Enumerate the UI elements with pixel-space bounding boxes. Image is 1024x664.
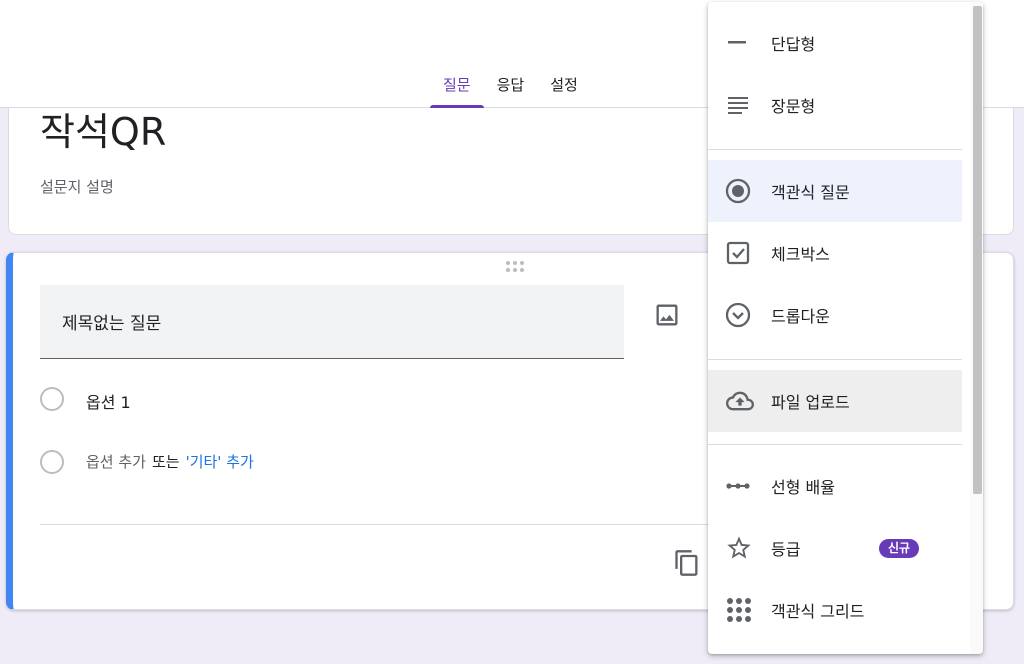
image-icon[interactable]	[653, 301, 681, 329]
menu-item-label: 드롭다운	[771, 307, 830, 326]
menu-item-label: 단답형	[771, 35, 816, 54]
menu-item-short-answer[interactable]: 단답형	[708, 12, 962, 74]
menu-item-grid[interactable]: 객관식 그리드	[708, 579, 962, 641]
question-footer-divider	[40, 524, 720, 525]
star-icon	[725, 534, 753, 562]
menu-divider	[708, 359, 962, 360]
cloud-upload-icon	[725, 387, 754, 415]
linear-scale-icon	[725, 472, 753, 500]
menu-item-paragraph[interactable]: 장문형	[708, 74, 962, 136]
menu-item-checkbox[interactable]: 체크박스	[708, 222, 962, 284]
new-badge: 신규	[879, 539, 920, 558]
menu-item-linear-scale[interactable]: 선형 배율	[708, 455, 962, 517]
menu-scrollbar-thumb[interactable]	[973, 6, 982, 494]
tab-responses[interactable]: 응답	[484, 62, 538, 108]
radio-button-icon	[725, 177, 753, 205]
menu-item-multiple-choice[interactable]: 객관식 질문	[708, 160, 962, 222]
add-option-row: 옵션 추가 또는 '기타' 추가	[86, 451, 254, 472]
form-description[interactable]: 설문지 설명	[40, 176, 114, 197]
menu-divider	[708, 149, 962, 150]
menu-divider	[708, 444, 962, 445]
menu-item-label: 선형 배율	[771, 478, 835, 497]
tab-questions[interactable]: 질문	[430, 62, 484, 108]
or-text: 또는	[151, 453, 180, 471]
menu-scrollbar[interactable]	[970, 2, 983, 654]
add-option-radio	[40, 450, 64, 474]
menu-item-label: 체크박스	[771, 245, 830, 264]
form-tabs: 질문 응답 설정	[430, 62, 591, 108]
add-other-link[interactable]: '기타' 추가	[186, 451, 254, 472]
menu-item-label: 장문형	[771, 97, 816, 116]
short-answer-icon	[725, 29, 753, 57]
option-label[interactable]: 옵션 1	[86, 389, 131, 413]
menu-item-file-upload[interactable]: 파일 업로드	[708, 370, 962, 432]
menu-item-label: 객관식 그리드	[771, 602, 865, 621]
checkbox-icon	[725, 239, 753, 267]
menu-item-label: 등급	[771, 540, 801, 559]
dropdown-icon	[725, 301, 753, 329]
menu-item-rating[interactable]: 등급 신규	[708, 517, 962, 579]
option-radio[interactable]	[40, 387, 64, 411]
form-title[interactable]: 작석QR	[40, 101, 166, 156]
duplicate-icon[interactable]	[673, 549, 701, 577]
add-option-link[interactable]: 옵션 추가	[86, 451, 146, 472]
question-title-input[interactable]: 제목없는 질문	[40, 285, 624, 359]
question-type-menu: 단답형 장문형 객관식 질문 체크박스 드롭다운 파일 업로드 선형 배율 등급…	[708, 2, 983, 654]
grid-icon	[725, 596, 753, 624]
menu-item-label: 파일 업로드	[771, 393, 850, 412]
drag-handle-icon[interactable]	[506, 261, 524, 272]
menu-item-label: 객관식 질문	[771, 183, 850, 202]
menu-item-dropdown[interactable]: 드롭다운	[708, 284, 962, 346]
tab-settings[interactable]: 설정	[537, 62, 591, 108]
paragraph-icon	[725, 91, 753, 119]
